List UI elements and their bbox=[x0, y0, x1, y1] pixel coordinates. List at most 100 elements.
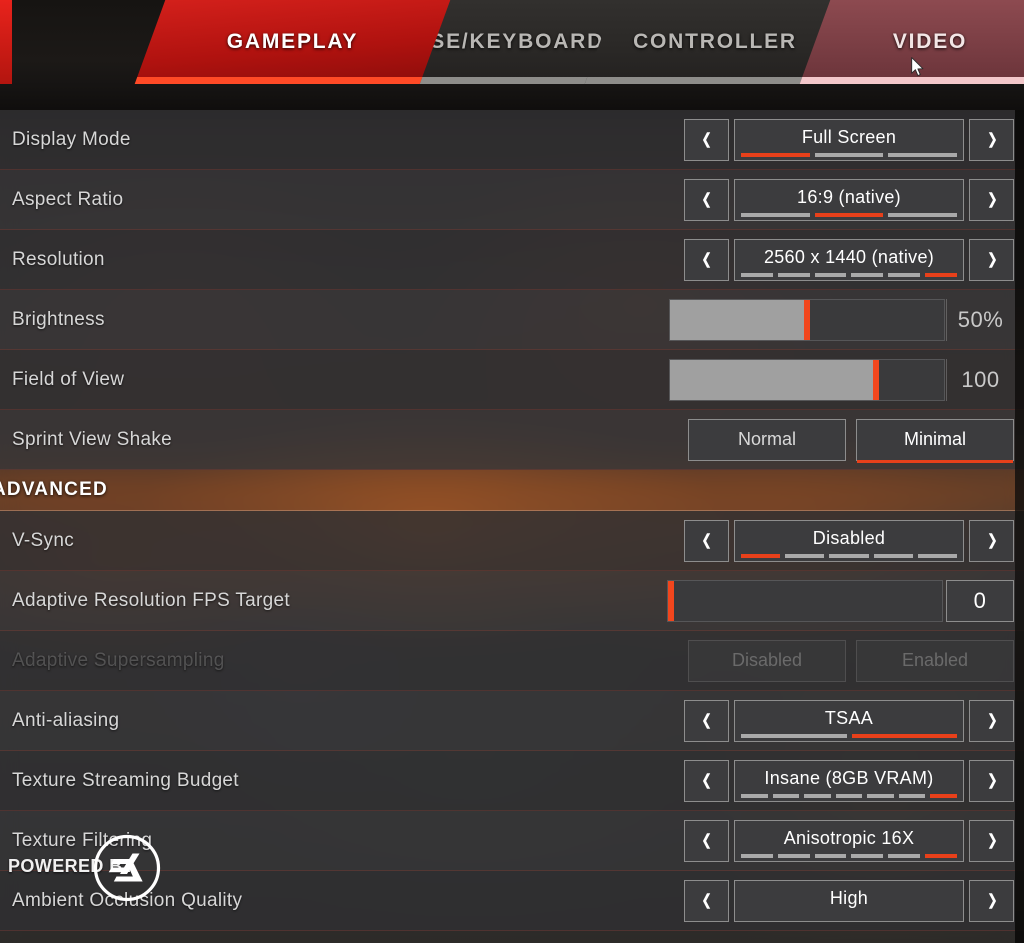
value-segment-indicator bbox=[741, 853, 957, 858]
increment-button[interactable] bbox=[969, 759, 1014, 802]
setting-value-box[interactable]: High bbox=[734, 879, 964, 922]
setting-label: Adaptive Supersampling bbox=[12, 649, 225, 671]
setting-control: Normal Minimal bbox=[688, 418, 1014, 463]
slider-value-box: 50% bbox=[946, 298, 1014, 341]
setting-control: 100 bbox=[669, 358, 1014, 401]
setting-value-box[interactable]: Anisotropic 16X bbox=[734, 819, 964, 862]
setting-label: Texture Filtering bbox=[12, 829, 153, 851]
setting-slider[interactable] bbox=[669, 298, 945, 341]
chevron-left-icon bbox=[702, 532, 710, 549]
setting-value: TSAA bbox=[824, 707, 874, 728]
increment-button[interactable] bbox=[969, 519, 1014, 562]
segment bbox=[888, 272, 921, 277]
slider-value: 100 bbox=[961, 366, 1000, 392]
settings-row[interactable]: Texture Filtering Anisotropic 16X bbox=[0, 811, 1024, 871]
segment bbox=[851, 853, 884, 858]
segment bbox=[741, 272, 773, 277]
chevron-left-icon bbox=[702, 712, 710, 729]
settings-row[interactable]: V-Sync Disabled bbox=[0, 511, 1024, 571]
option-button: Disabled bbox=[688, 639, 846, 682]
setting-value: High bbox=[829, 887, 869, 908]
increment-button[interactable] bbox=[969, 238, 1014, 281]
tab-video[interactable]: VIDEO bbox=[799, 0, 1024, 84]
settings-rows-list[interactable]: Display Mode Full Screen Aspect Ratio 16:9 … bbox=[0, 110, 1024, 943]
settings-row[interactable]: Resolution 2560 x 1440 (native) bbox=[0, 230, 1024, 290]
setting-value-box[interactable]: Insane (8GB VRAM) bbox=[734, 759, 964, 802]
decrement-button[interactable] bbox=[684, 699, 729, 742]
setting-slider[interactable] bbox=[667, 579, 943, 622]
settings-row[interactable]: Brightness 50% bbox=[0, 290, 1024, 350]
settings-row[interactable]: Display Mode Full Screen bbox=[0, 110, 1024, 170]
increment-button[interactable] bbox=[969, 879, 1014, 922]
slider-handle[interactable] bbox=[804, 299, 810, 340]
setting-label: Aspect Ratio bbox=[12, 188, 124, 210]
setting-control: Full Screen bbox=[684, 118, 1014, 161]
slider-value: 0 bbox=[973, 587, 987, 613]
setting-value-box[interactable]: TSAA bbox=[734, 699, 964, 742]
setting-control: 50% bbox=[669, 298, 1014, 341]
segment bbox=[867, 793, 894, 798]
setting-value-box[interactable]: Full Screen bbox=[734, 118, 964, 161]
decrement-button[interactable] bbox=[684, 759, 729, 802]
segment bbox=[851, 272, 884, 277]
setting-slider[interactable] bbox=[669, 358, 945, 401]
settings-row[interactable]: Ambient Occlusion Quality High bbox=[0, 871, 1024, 931]
decrement-button[interactable] bbox=[684, 819, 729, 862]
segment bbox=[925, 853, 957, 858]
segment bbox=[804, 793, 831, 798]
chevron-left-icon bbox=[702, 892, 710, 909]
segment bbox=[741, 853, 773, 858]
segment bbox=[785, 553, 825, 558]
settings-row[interactable]: Anti-aliasing TSAA bbox=[0, 691, 1024, 751]
setting-value-box[interactable]: 16:9 (native) bbox=[734, 178, 964, 221]
chevron-right-icon bbox=[988, 131, 996, 148]
option-button[interactable]: Normal bbox=[688, 418, 846, 461]
increment-button[interactable] bbox=[969, 819, 1014, 862]
setting-control: 16:9 (native) bbox=[684, 178, 1014, 221]
setting-control: Disabled bbox=[684, 519, 1014, 562]
setting-value-box[interactable]: Disabled bbox=[734, 519, 964, 562]
slider-value-box: 100 bbox=[946, 358, 1014, 401]
slider-fill bbox=[670, 359, 876, 400]
chevron-left-icon bbox=[702, 251, 710, 268]
option-label: Minimal bbox=[903, 429, 966, 449]
tab-label: GAMEPLAY bbox=[226, 30, 359, 53]
decrement-button[interactable] bbox=[684, 519, 729, 562]
decrement-button[interactable] bbox=[684, 879, 729, 922]
setting-label: Sprint View Shake bbox=[12, 428, 173, 450]
settings-row[interactable]: Field of View 100 bbox=[0, 350, 1024, 410]
tab-gameplay[interactable]: GAMEPLAY bbox=[134, 0, 451, 84]
value-segment-indicator bbox=[741, 793, 958, 798]
decrement-button[interactable] bbox=[684, 118, 729, 161]
settings-row[interactable]: Sprint View Shake Normal Minimal bbox=[0, 410, 1024, 470]
chevron-right-icon bbox=[988, 832, 996, 849]
option-button[interactable]: Minimal bbox=[856, 418, 1014, 463]
segment bbox=[741, 733, 847, 738]
settings-row[interactable]: Texture Streaming Budget Insane (8GB VRAM… bbox=[0, 751, 1024, 811]
setting-value: Insane (8GB VRAM) bbox=[764, 767, 934, 788]
setting-control: 0 bbox=[667, 579, 1014, 622]
segment bbox=[777, 853, 810, 858]
settings-row[interactable]: Aspect Ratio 16:9 (native) bbox=[0, 170, 1024, 230]
increment-button[interactable] bbox=[969, 178, 1014, 221]
slider-handle[interactable] bbox=[668, 580, 674, 621]
setting-value-box[interactable]: 2560 x 1440 (native) bbox=[734, 238, 964, 281]
segment bbox=[835, 793, 863, 798]
setting-label: V-Sync bbox=[12, 529, 74, 551]
setting-control: Anisotropic 16X bbox=[684, 819, 1014, 862]
settings-tab-bar: GAMEPLAY MOUSE/KEYBOARD CONTROLLER VIDEO bbox=[0, 0, 1024, 110]
decrement-button[interactable] bbox=[684, 178, 729, 221]
setting-control: TSAA bbox=[684, 699, 1014, 742]
setting-value: Full Screen bbox=[801, 126, 897, 147]
segment bbox=[888, 152, 958, 157]
settings-row[interactable]: Adaptive Resolution FPS Target 0 bbox=[0, 571, 1024, 631]
value-segment-indicator bbox=[741, 152, 958, 157]
slider-handle[interactable] bbox=[872, 359, 879, 400]
segment bbox=[814, 272, 847, 277]
increment-button[interactable] bbox=[969, 699, 1014, 742]
segment bbox=[917, 553, 958, 558]
segment bbox=[888, 853, 921, 858]
increment-button[interactable] bbox=[969, 118, 1014, 161]
decrement-button[interactable] bbox=[684, 238, 729, 281]
segment bbox=[888, 212, 958, 217]
